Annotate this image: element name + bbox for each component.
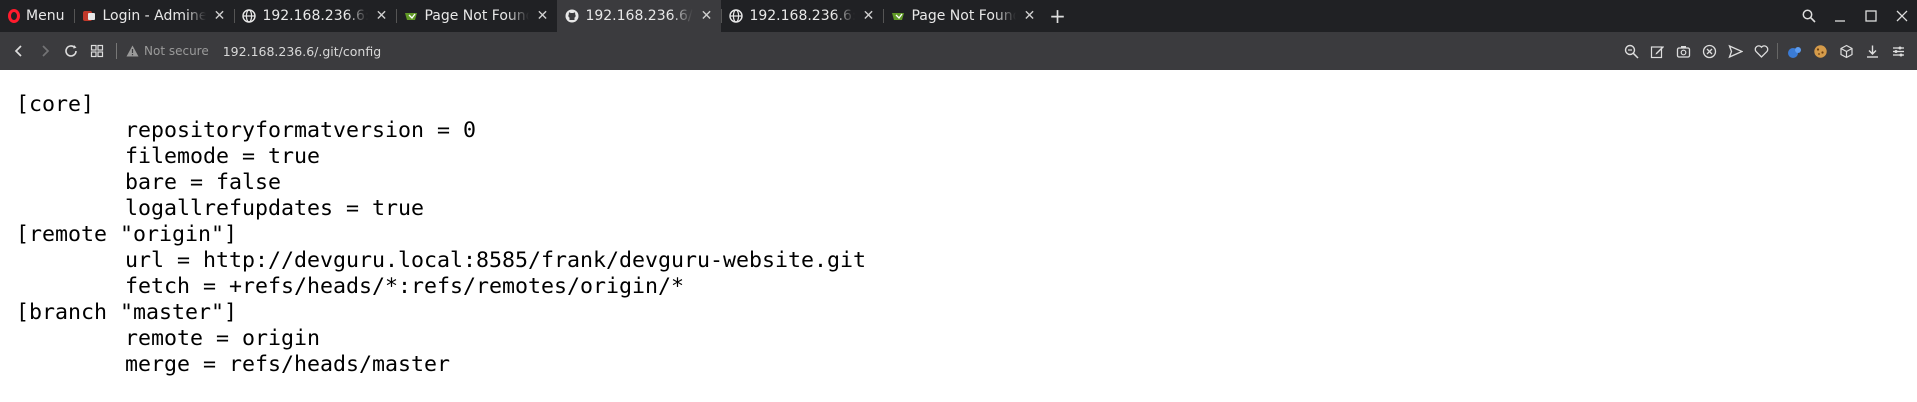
- tab-title: Login - Adminer: [102, 8, 207, 24]
- tab-gitea-notfound-2[interactable]: Page Not Found - Gitea ✕: [883, 0, 1044, 32]
- reload-button[interactable]: [58, 32, 84, 70]
- cookie-icon: [1813, 44, 1827, 58]
- divider: [116, 43, 117, 59]
- tab-git-config[interactable]: 192.168.236.6/.git/config ✕: [557, 0, 722, 32]
- tab-title: Page Not Found - Gitea: [911, 8, 1016, 24]
- globe-icon: [729, 9, 744, 23]
- config-line: [branch "master"]: [16, 300, 238, 325]
- gitea-icon: [405, 13, 418, 20]
- config-line: bare = false: [125, 170, 282, 195]
- zoom-button[interactable]: [1618, 32, 1644, 70]
- send-button[interactable]: [1722, 32, 1748, 70]
- security-label: Not secure: [144, 44, 209, 58]
- page-content: [core] repositoryformatversion = 0 filemod…: [0, 70, 1917, 402]
- tab-strip: Menu Login - Adminer ✕ 192.168.236.6:858…: [0, 0, 1917, 32]
- pencil-icon: [1650, 45, 1664, 58]
- search-icon: [1802, 9, 1816, 23]
- close-icon[interactable]: ✕: [699, 8, 713, 24]
- bookmark-button[interactable]: [1748, 32, 1774, 70]
- snapshot-button[interactable]: [1670, 32, 1696, 70]
- tab-title: 192.168.236.6/.git/config: [585, 8, 693, 24]
- reload-icon: [65, 45, 77, 57]
- close-icon[interactable]: ✕: [535, 8, 549, 24]
- adblock-button[interactable]: [1696, 32, 1722, 70]
- github-icon: [565, 9, 579, 23]
- config-line: merge = refs/heads/master: [125, 352, 451, 377]
- toolbar: [1618, 32, 1917, 70]
- tab-gitea-port[interactable]: 192.168.236.6:8585/d ✕: [234, 0, 396, 32]
- menu-button[interactable]: Menu: [0, 0, 74, 32]
- config-line: filemode = true: [125, 144, 321, 169]
- tab-gitea-notfound[interactable]: Page Not Found - Gitea ✕: [396, 0, 557, 32]
- grid-icon: [90, 44, 104, 58]
- address-bar: Not secure 192.168.236.6/.git/config: [0, 32, 1917, 70]
- tab-overview-button[interactable]: [84, 32, 110, 70]
- divider: [1777, 43, 1778, 59]
- forward-button[interactable]: [32, 32, 58, 70]
- url-input[interactable]: 192.168.236.6/.git/config: [223, 44, 381, 59]
- warning-icon: [126, 45, 139, 57]
- extension-icon: [1787, 46, 1801, 58]
- config-line: logallrefupdates = true: [125, 196, 425, 221]
- globe-icon: [242, 9, 257, 23]
- downloads-button[interactable]: [1859, 32, 1885, 70]
- git-config-text: [core] repositoryformatversion = 0 filemod…: [0, 70, 1917, 378]
- minimize-button[interactable]: [1824, 0, 1855, 32]
- config-line: fetch = +refs/heads/*:refs/remotes/origi…: [125, 274, 685, 299]
- block-icon: [1702, 44, 1716, 58]
- close-icon[interactable]: ✕: [374, 8, 388, 24]
- send-icon: [1727, 44, 1743, 58]
- download-icon: [1866, 45, 1878, 58]
- tab-adminer[interactable]: Login - Adminer ✕: [74, 0, 234, 32]
- tab-title: 192.168.236.6:8585/d: [262, 8, 368, 24]
- close-icon[interactable]: ✕: [1022, 8, 1036, 24]
- tab-gitea-port-2[interactable]: 192.168.236.6:8585/d ✕: [721, 0, 883, 32]
- minimize-icon: [1834, 20, 1845, 22]
- config-line: [remote "origin"]: [16, 222, 238, 247]
- config-line: [core]: [16, 92, 95, 117]
- close-icon[interactable]: ✕: [861, 8, 875, 24]
- menu-label: Menu: [26, 8, 65, 24]
- extensions-button[interactable]: [1833, 32, 1859, 70]
- heart-icon: [1754, 44, 1768, 58]
- zoom-icon: [1624, 44, 1639, 59]
- extension-wappalyzer[interactable]: [1781, 32, 1807, 70]
- easy-setup-button[interactable]: [1885, 32, 1911, 70]
- camera-icon: [1676, 45, 1690, 58]
- extension-cookie[interactable]: [1807, 32, 1833, 70]
- config-line: repositoryformatversion = 0: [125, 118, 477, 143]
- opera-logo-icon: [8, 9, 20, 23]
- gitea-icon: [892, 13, 905, 20]
- maximize-icon: [1864, 10, 1877, 22]
- settings-sliders-icon: [1892, 46, 1904, 56]
- close-icon[interactable]: ✕: [212, 8, 226, 24]
- window-controls: [1793, 0, 1917, 32]
- arrow-left-icon: [14, 45, 22, 57]
- arrow-right-icon: [42, 45, 50, 57]
- cube-icon: [1839, 44, 1853, 58]
- search-tabs-button[interactable]: [1793, 0, 1824, 32]
- adminer-icon: [83, 11, 96, 21]
- tab-title: Page Not Found - Gitea: [424, 8, 529, 24]
- maximize-button[interactable]: [1855, 0, 1886, 32]
- config-line: url = http://devguru.local:8585/frank/de…: [125, 248, 867, 273]
- config-line: remote = origin: [125, 326, 321, 351]
- security-indicator[interactable]: Not secure: [126, 44, 209, 58]
- new-tab-button[interactable]: +: [1044, 4, 1070, 28]
- back-button[interactable]: [6, 32, 32, 70]
- tab-title: 192.168.236.6:8585/d: [749, 8, 855, 24]
- close-window-button[interactable]: [1886, 0, 1917, 32]
- close-icon: [1896, 10, 1907, 22]
- edit-button[interactable]: [1644, 32, 1670, 70]
